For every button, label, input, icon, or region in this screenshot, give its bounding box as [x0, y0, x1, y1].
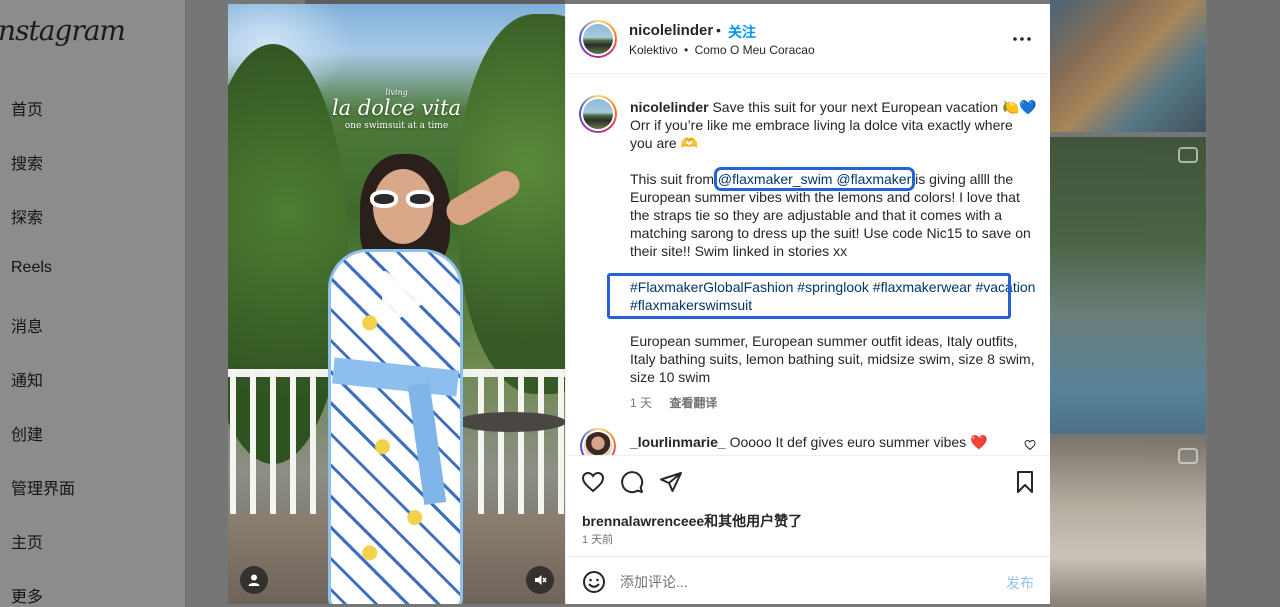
caption-meta: 1 天 查看翻译: [630, 394, 731, 411]
post-header: nicolelinder • 关注 Kolektivo • Como O Meu…: [566, 4, 1050, 74]
reel-icon: [1178, 147, 1198, 163]
caption-username[interactable]: nicolelinder: [630, 99, 709, 115]
action-bar: brennalawrenceee和其他用户赞了 1 天前 发布: [566, 455, 1050, 604]
grid-tile[interactable]: [1050, 137, 1206, 434]
grid-tile[interactable]: [1050, 0, 1206, 132]
likes-summary[interactable]: brennalawrenceee和其他用户赞了: [582, 511, 802, 531]
reel-icon: [1178, 448, 1198, 464]
caption-text: This suit from: [630, 171, 718, 187]
nav-explore[interactable]: 探索: [11, 204, 43, 228]
grid-tile[interactable]: [1207, 0, 1280, 607]
separator-dot: •: [684, 43, 689, 57]
post-caption: nicolelinder Save this suit for your nex…: [607, 98, 1038, 404]
comment-text: Ooooo It def gives euro summer vibes ❤️: [729, 434, 988, 450]
post-comment-button[interactable]: 发布: [1006, 573, 1034, 593]
audio-attribution[interactable]: Kolektivo • Como O Meu Coracao: [629, 43, 815, 57]
video-text-overlay: la dolce vita: [331, 96, 462, 120]
follow-button[interactable]: 关注: [728, 22, 756, 42]
comment-item: _lourlinmarie_ Ooooo It def gives euro s…: [630, 434, 987, 451]
video-scene: [370, 190, 436, 210]
audio-track[interactable]: Como O Meu Coracao: [695, 43, 815, 57]
play-icon[interactable]: [367, 266, 433, 332]
audio-artist[interactable]: Kolektivo: [629, 43, 678, 57]
post-details-panel: nicolelinder • 关注 Kolektivo • Como O Meu…: [565, 4, 1050, 604]
user-icon[interactable]: [240, 566, 268, 594]
post-timestamp: 1 天前: [582, 534, 614, 546]
sidebar: Instagram 首页 搜索 探索 Reels 消息 通知 创建 管理界面 主…: [0, 0, 186, 607]
grid-tile[interactable]: [1050, 438, 1206, 607]
more-horizontal-icon[interactable]: [1010, 28, 1034, 50]
post-modal: living la dolce vita one swimsuit at a t…: [228, 4, 1050, 604]
avatar[interactable]: [579, 20, 617, 58]
send-icon[interactable]: [658, 469, 684, 495]
avatar[interactable]: [579, 95, 617, 133]
author-username[interactable]: nicolelinder: [629, 22, 713, 39]
bookmark-icon[interactable]: [1012, 469, 1038, 495]
reel-video[interactable]: living la dolce vita one swimsuit at a t…: [228, 4, 565, 604]
comment-input[interactable]: [620, 569, 980, 595]
avatar[interactable]: [580, 428, 616, 455]
instagram-logo[interactable]: Instagram: [0, 14, 126, 47]
nav-notifications[interactable]: 通知: [11, 367, 43, 391]
mention-links[interactable]: @flaxmaker_swim @flaxmaker: [713, 167, 916, 191]
caption-keywords: European summer, European summer outfit …: [630, 333, 1035, 385]
video-scene: [456, 412, 565, 432]
see-translation-button[interactable]: 查看翻译: [669, 396, 717, 410]
hashtag-text[interactable]: #FlaxmakerGlobalFashion #springlook #fla…: [630, 279, 1035, 313]
nav-more[interactable]: 更多: [11, 583, 43, 607]
emoji-icon[interactable]: [582, 570, 606, 594]
separator-dot: •: [716, 22, 721, 38]
heart-icon[interactable]: [1024, 438, 1036, 451]
comment-username[interactable]: _lourlinmarie_: [630, 434, 726, 450]
nav-dashboard[interactable]: 管理界面: [11, 475, 75, 499]
muted-speaker-icon[interactable]: [526, 566, 554, 594]
nav-messages[interactable]: 消息: [11, 313, 43, 337]
comments-section: nicolelinder Save this suit for your nex…: [566, 75, 1050, 455]
video-text-overlay: one swimsuit at a time: [344, 121, 449, 131]
add-comment-bar: 发布: [566, 556, 1050, 604]
nav-create[interactable]: 创建: [11, 421, 43, 445]
nav-profile[interactable]: 主页: [11, 529, 43, 553]
hashtag-links[interactable]: #FlaxmakerGlobalFashion #springlook #fla…: [607, 273, 1038, 319]
nav-reels[interactable]: Reels: [11, 259, 52, 277]
nav-search[interactable]: 搜索: [11, 150, 43, 174]
nav-home[interactable]: 首页: [11, 96, 43, 120]
heart-icon[interactable]: [580, 469, 606, 495]
post-age: 1 天: [630, 396, 653, 410]
comment-icon[interactable]: [619, 469, 645, 495]
